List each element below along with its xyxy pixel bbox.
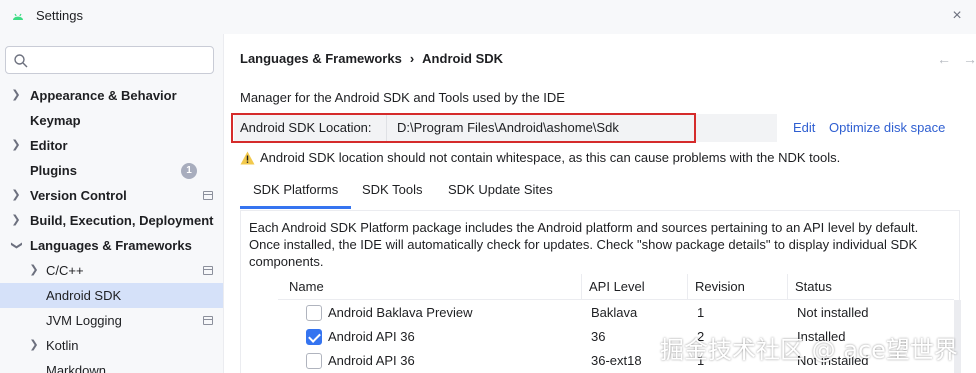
column-header-api-level[interactable]: API Level bbox=[581, 274, 687, 300]
checkbox[interactable] bbox=[306, 353, 322, 369]
breadcrumb: Languages & Frameworks › Android SDK bbox=[240, 51, 503, 66]
search-input[interactable] bbox=[34, 51, 209, 69]
tab-sdk-tools[interactable]: SDK Tools bbox=[349, 175, 435, 209]
forward-arrow-icon[interactable]: → bbox=[963, 51, 976, 67]
chevron-right-icon[interactable]: ❯ bbox=[28, 333, 40, 358]
revision: 1 bbox=[697, 305, 705, 320]
column-header-revision[interactable]: Revision bbox=[687, 274, 787, 300]
project-level-icon bbox=[203, 316, 213, 325]
optimize-disk-space-link[interactable]: Optimize disk space bbox=[829, 120, 945, 135]
warning-text: Android SDK location should not contain … bbox=[260, 150, 841, 165]
sidebar-item-appearance-behavior[interactable]: ❯ Appearance & Behavior bbox=[0, 83, 223, 108]
checkbox[interactable] bbox=[306, 305, 322, 321]
settings-sidebar: ❯ Appearance & Behavior Keymap ❯ Editor … bbox=[0, 34, 224, 373]
breadcrumb-separator: › bbox=[409, 51, 415, 66]
title-bar: Settings × bbox=[0, 0, 976, 34]
sidebar-item-jvm-logging[interactable]: JVM Logging bbox=[0, 308, 223, 333]
breadcrumb-current: Android SDK bbox=[422, 51, 504, 66]
api-level: Baklava bbox=[591, 305, 638, 320]
sidebar-item-label: Editor bbox=[30, 138, 68, 153]
sidebar-item-kotlin[interactable]: ❯ Kotlin bbox=[0, 333, 223, 358]
chevron-right-icon[interactable]: ❯ bbox=[28, 258, 40, 283]
project-level-icon bbox=[203, 191, 213, 200]
column-header-status[interactable]: Status bbox=[787, 274, 954, 300]
sidebar-item-android-sdk[interactable]: Android SDK bbox=[0, 283, 223, 308]
close-icon[interactable]: × bbox=[948, 7, 966, 25]
sidebar-item-label: Kotlin bbox=[46, 338, 79, 353]
sidebar-item-label: Build, Execution, Deployment bbox=[30, 213, 214, 228]
search-icon bbox=[14, 54, 28, 68]
sidebar-item-label: C/C++ bbox=[46, 263, 84, 278]
tab-sdk-platforms[interactable]: SDK Platforms bbox=[240, 175, 352, 209]
edit-link[interactable]: Edit bbox=[793, 120, 815, 135]
sidebar-item-languages-frameworks[interactable]: ❯ Languages & Frameworks bbox=[0, 233, 223, 258]
package-name: Android Baklava Preview bbox=[328, 305, 473, 320]
checkbox[interactable] bbox=[306, 329, 322, 345]
sidebar-item-label: Android SDK bbox=[46, 288, 122, 303]
sidebar-item-version-control[interactable]: ❯ Version Control bbox=[0, 183, 223, 208]
watermark-text: 掘金技术社区 @ ace望世界 bbox=[660, 336, 958, 364]
history-navigation: ← → bbox=[925, 51, 976, 67]
plugins-update-badge: 1 bbox=[181, 163, 197, 179]
window-title: Settings bbox=[36, 8, 83, 23]
chevron-right-icon[interactable]: ❯ bbox=[10, 183, 22, 208]
sidebar-item-label: JVM Logging bbox=[46, 313, 122, 328]
sidebar-item-label: Plugins bbox=[30, 163, 77, 178]
sidebar-item-keymap[interactable]: Keymap bbox=[0, 108, 223, 133]
status: Not installed bbox=[797, 305, 869, 320]
sidebar-item-markdown[interactable]: Markdown bbox=[0, 358, 223, 373]
chevron-right-icon[interactable]: ❯ bbox=[10, 83, 22, 108]
chevron-right-icon[interactable]: ❯ bbox=[10, 133, 22, 158]
sidebar-item-label: Version Control bbox=[30, 188, 127, 203]
package-name: Android API 36 bbox=[328, 329, 415, 344]
breadcrumb-parent[interactable]: Languages & Frameworks bbox=[240, 51, 402, 66]
table-row[interactable]: Android Baklava Preview Baklava 1 Not in… bbox=[278, 301, 954, 325]
sidebar-item-editor[interactable]: ❯ Editor bbox=[0, 133, 223, 158]
chevron-right-icon[interactable]: ❯ bbox=[10, 208, 22, 233]
package-name: Android API 36 bbox=[328, 353, 415, 368]
sidebar-item-cpp[interactable]: ❯ C/C++ bbox=[0, 258, 223, 283]
sidebar-item-label: Keymap bbox=[30, 113, 81, 128]
annotation-highlight-box bbox=[231, 113, 696, 143]
api-level: 36-ext18 bbox=[591, 353, 642, 368]
sidebar-item-label: Languages & Frameworks bbox=[30, 238, 192, 253]
back-arrow-icon[interactable]: ← bbox=[937, 51, 951, 67]
project-level-icon bbox=[203, 266, 213, 275]
sidebar-item-plugins[interactable]: Plugins 1 bbox=[0, 158, 223, 183]
column-header-name[interactable]: Name bbox=[278, 274, 581, 300]
chevron-down-icon[interactable]: ❯ bbox=[4, 240, 29, 252]
sidebar-item-label: Markdown bbox=[46, 363, 106, 373]
page-description: Manager for the Android SDK and Tools us… bbox=[240, 90, 565, 105]
sidebar-item-label: Appearance & Behavior bbox=[30, 88, 177, 103]
panel-description: Each Android SDK Platform package includ… bbox=[249, 220, 919, 269]
android-studio-icon bbox=[13, 13, 23, 20]
warning-icon bbox=[240, 151, 255, 165]
settings-search[interactable] bbox=[5, 46, 214, 74]
sidebar-item-build-execution-deployment[interactable]: ❯ Build, Execution, Deployment bbox=[0, 208, 223, 233]
tab-sdk-update-sites[interactable]: SDK Update Sites bbox=[435, 175, 566, 209]
api-level: 36 bbox=[591, 329, 606, 344]
settings-content: Languages & Frameworks › Android SDK ← → Ma… bbox=[225, 34, 976, 373]
sdk-tabs: SDK Platforms SDK Tools SDK Update Sites bbox=[240, 175, 960, 209]
